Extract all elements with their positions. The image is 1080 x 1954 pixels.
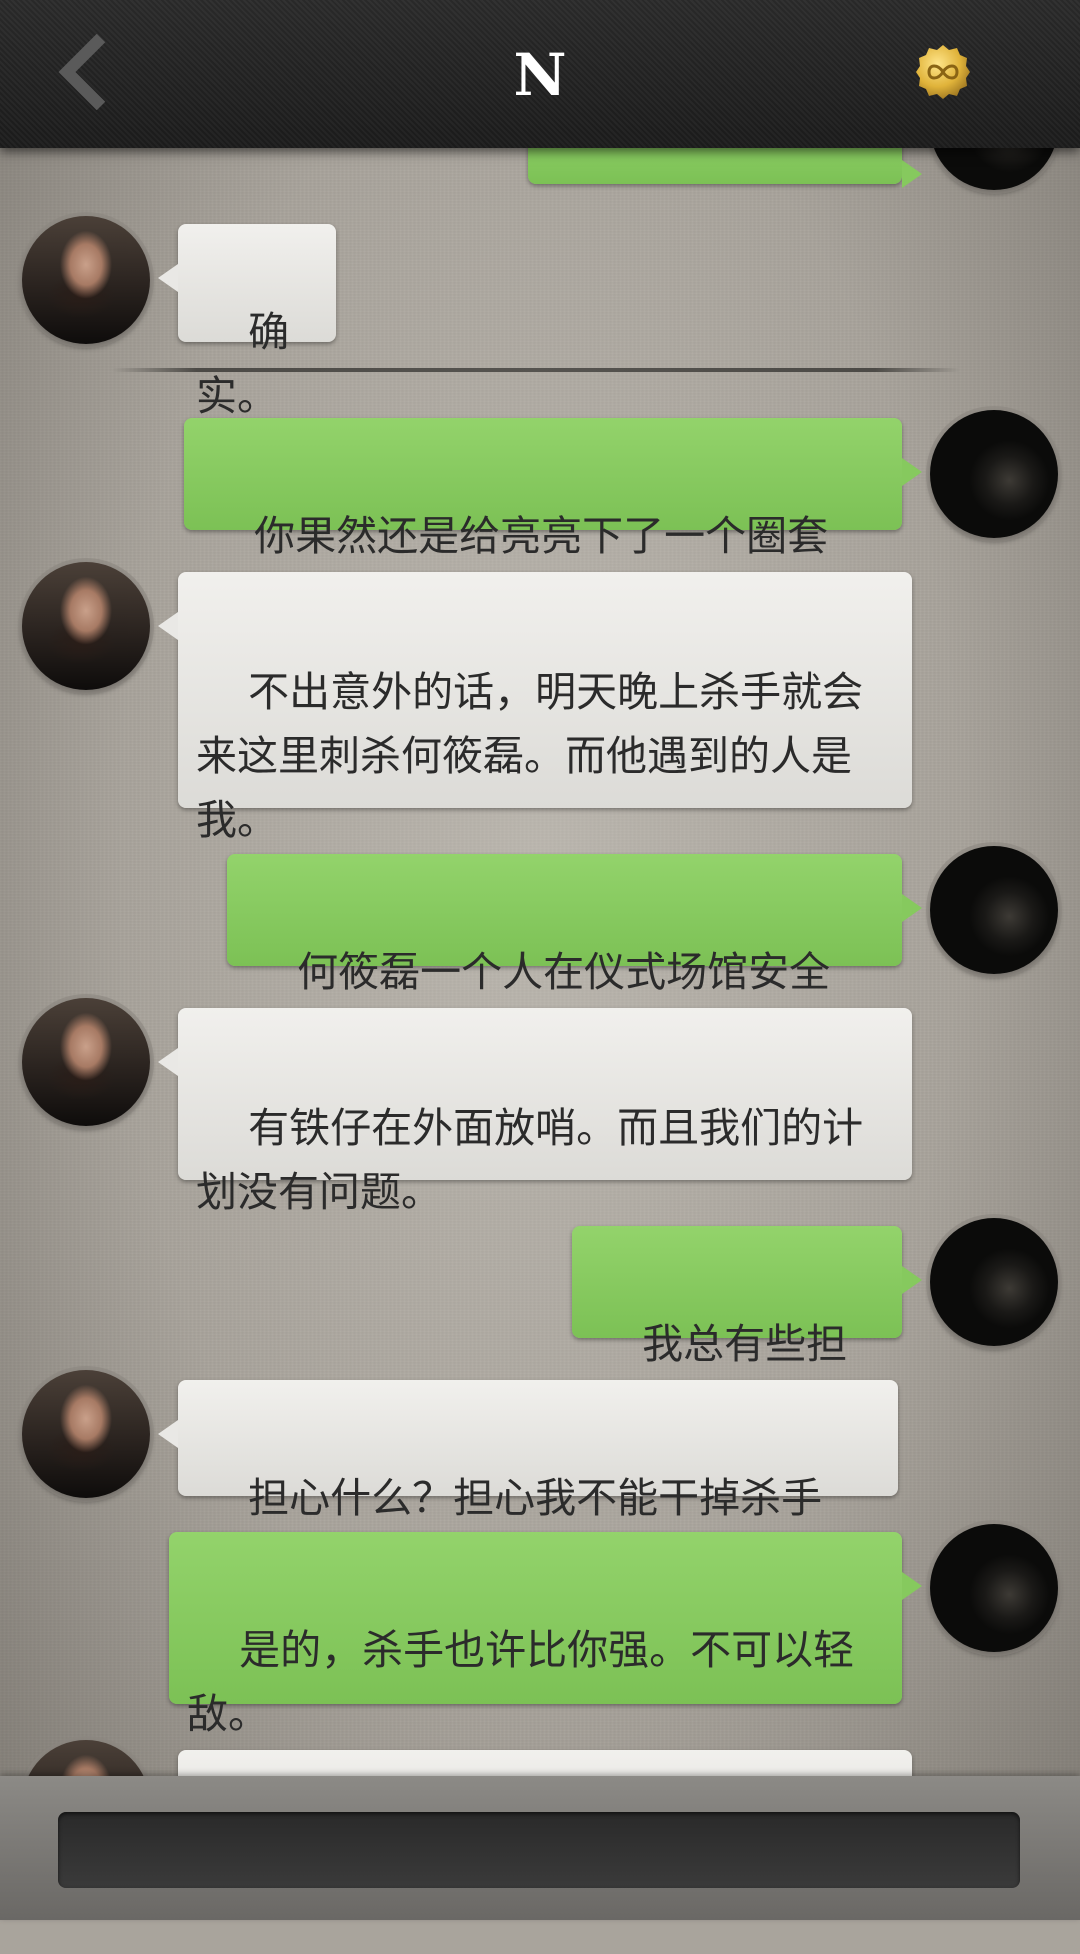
message-incoming: 有铁仔在外面放哨。而且我们的计划没有问题。 <box>158 1008 912 1216</box>
message-incoming: 担心什么？担心我不能干掉杀手吗？ <box>158 1380 898 1586</box>
top-navigation-bar: N <box>0 0 1080 148</box>
chat-thread[interactable]: 确实。 你果然还是给亮亮下了一个圈套啊。 不出意外的话，明天晚上杀手就会来这里刺… <box>0 0 1080 1920</box>
bottom-input-bar <box>0 1776 1080 1920</box>
avatar-self[interactable] <box>930 410 1058 538</box>
infinity-coin-icon[interactable] <box>915 44 971 100</box>
avatar-contact[interactable] <box>22 998 150 1126</box>
avatar-contact[interactable] <box>22 1370 150 1498</box>
message-input[interactable] <box>58 1812 1020 1888</box>
message-outgoing: 我总有些担心。 <box>572 1226 922 1432</box>
coin-graphic <box>916 45 970 99</box>
message-incoming: 不出意外的话，明天晚上杀手就会来这里刺杀何筱磊。而他遇到的人是我。 <box>158 572 912 844</box>
avatar-self[interactable] <box>930 1524 1058 1652</box>
message-incoming: 确实。 <box>158 224 336 420</box>
avatar-self[interactable] <box>930 846 1058 974</box>
section-divider <box>112 368 960 372</box>
message-outgoing: 何筱磊一个人在仪式场馆安全吗？ <box>227 854 922 1060</box>
avatar-self[interactable] <box>930 1218 1058 1346</box>
avatar-contact[interactable] <box>22 562 150 690</box>
message-outgoing: 是的，杀手也许比你强。不可以轻敌。 <box>169 1532 922 1738</box>
message-outgoing: 你果然还是给亮亮下了一个圈套啊。 <box>184 418 922 624</box>
avatar-contact[interactable] <box>22 216 150 344</box>
